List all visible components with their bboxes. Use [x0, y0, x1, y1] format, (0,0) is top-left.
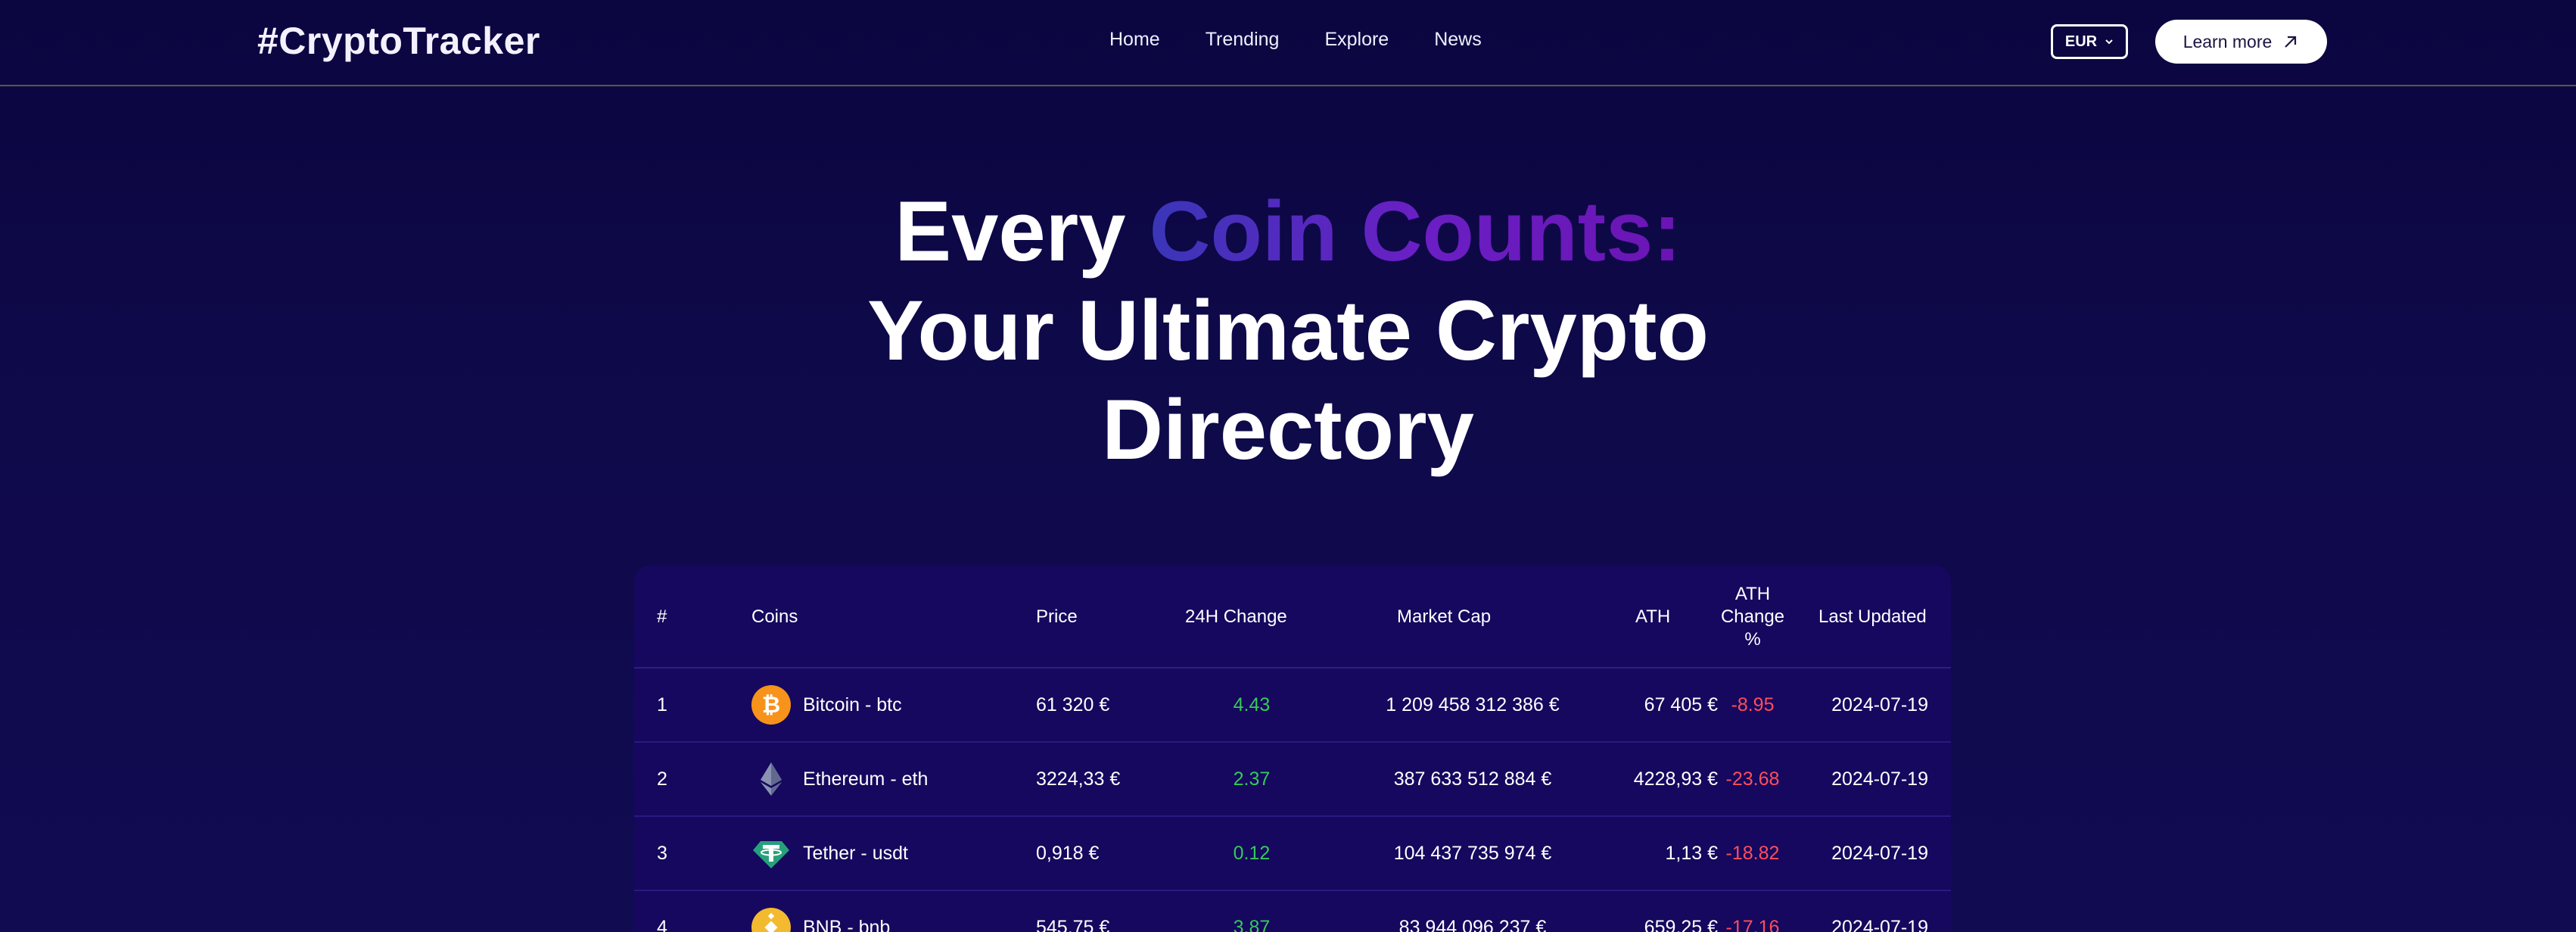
row-rank: 3 — [657, 842, 667, 864]
row-coin[interactable]: Tether - usdt — [751, 817, 908, 890]
coin-name: Tether - usdt — [803, 842, 908, 864]
coin-name: Ethereum - eth — [803, 768, 929, 790]
nav-link-home[interactable]: Home — [1109, 29, 1160, 51]
nav-links: Home Trending Explore News — [1109, 29, 1482, 51]
hero-line-3: Directory — [1102, 382, 1474, 477]
currency-select[interactable]: EUR — [2051, 24, 2128, 59]
table-row[interactable]: 1 ₿ Bitcoin - btc 61 320 € 4.43 1 209 45… — [634, 669, 1951, 743]
row-price: 3224,33 € — [1036, 768, 1121, 790]
row-last-updated: 2024-07-19 — [1831, 842, 1928, 864]
site-logo[interactable]: #CryptoTracker — [257, 19, 540, 63]
row-ath-change: -8.95 — [1731, 694, 1775, 715]
currency-value: EUR — [2064, 33, 2098, 50]
row-24h-change: 3.87 — [1233, 916, 1271, 932]
crypto-table: # Coins Price 24H Change Market Cap ATH … — [634, 566, 1951, 932]
row-ath: 4228,93 € — [1633, 768, 1718, 790]
row-coin[interactable]: ₿ Bitcoin - btc — [751, 669, 902, 741]
header-market-cap: Market Cap — [1397, 606, 1492, 627]
row-ath-change: -17.16 — [1725, 916, 1780, 932]
header-ath-change-line-2: Change — [1720, 606, 1785, 627]
header-ath: ATH — [1635, 606, 1671, 627]
row-market-cap: 83 944 096 237 € — [1398, 916, 1547, 932]
row-coin[interactable]: Ethereum - eth — [751, 743, 928, 815]
row-rank: 4 — [657, 916, 667, 932]
row-price: 545,75 € — [1036, 916, 1110, 932]
nav-link-news[interactable]: News — [1434, 29, 1482, 51]
row-ath: 659,25 € — [1644, 916, 1718, 932]
coin-name: Bitcoin - btc — [803, 694, 902, 715]
row-market-cap: 104 437 735 974 € — [1393, 842, 1552, 864]
row-price: 0,918 € — [1036, 842, 1100, 864]
hero-line-2: Your Ultimate Crypto — [867, 283, 1709, 378]
learn-more-label: Learn more — [2182, 31, 2273, 51]
row-ath-change: -23.68 — [1725, 768, 1780, 790]
hero-heading: Every Coin Counts: Your Ultimate Crypto … — [0, 182, 2576, 479]
table-row[interactable]: 2 Ethereum - eth 3224,33 € 2.37 387 633 … — [634, 743, 1951, 817]
header-ath-change: ATH Change % — [1715, 566, 1790, 669]
row-market-cap: 387 633 512 884 € — [1393, 768, 1552, 790]
row-coin[interactable]: BNB - bnb — [751, 891, 890, 932]
row-ath: 67 405 € — [1644, 694, 1718, 715]
ethereum-icon — [751, 759, 791, 799]
nav-link-explore[interactable]: Explore — [1324, 29, 1389, 51]
hero-line-1: Every Coin Counts: — [0, 182, 2576, 281]
table-header: # Coins Price 24H Change Market Cap ATH … — [634, 566, 1951, 669]
row-24h-change: 4.43 — [1233, 694, 1271, 715]
row-last-updated: 2024-07-19 — [1831, 694, 1928, 715]
row-last-updated: 2024-07-19 — [1831, 916, 1928, 932]
top-navbar: #CryptoTracker Home Trending Explore New… — [0, 0, 2576, 86]
arrow-up-right-icon — [2285, 36, 2297, 48]
table-row[interactable]: 4 BNB - bnb 545,75 € 3.87 83 944 096 237… — [634, 891, 1951, 932]
tether-icon — [751, 834, 791, 873]
row-market-cap: 1 209 458 312 386 € — [1386, 694, 1560, 715]
table-row[interactable]: 3 Tether - usdt 0,918 € 0.12 104 437 735… — [634, 817, 1951, 891]
row-price: 61 320 € — [1036, 694, 1110, 715]
page: #CryptoTracker Home Trending Explore New… — [0, 0, 2576, 932]
row-24h-change: 2.37 — [1233, 768, 1271, 790]
row-rank: 1 — [657, 694, 667, 715]
header-price: Price — [1036, 606, 1078, 627]
svg-text:₿: ₿ — [762, 692, 780, 718]
hero-line-1-gradient: Coin Counts: — [1149, 184, 1682, 279]
chevron-down-icon — [2105, 39, 2113, 45]
header-24h-change: 24H Change — [1185, 606, 1287, 627]
row-ath: 1,13 € — [1665, 842, 1718, 864]
coin-name: BNB - bnb — [803, 916, 891, 932]
header-ath-change-line-1: ATH — [1734, 584, 1771, 604]
header-coins: Coins — [751, 606, 798, 627]
row-24h-change: 0.12 — [1233, 842, 1271, 864]
row-last-updated: 2024-07-19 — [1831, 768, 1928, 790]
header-rank: # — [657, 606, 667, 627]
header-last-updated: Last Updated — [1818, 606, 1927, 627]
row-rank: 2 — [657, 768, 667, 790]
header-ath-change-line-3: % — [1744, 629, 1761, 650]
bitcoin-icon: ₿ — [751, 685, 791, 725]
hero-line-1-white: Every — [894, 184, 1150, 279]
nav-link-trending[interactable]: Trending — [1206, 29, 1280, 51]
row-ath-change: -18.82 — [1725, 842, 1780, 864]
bnb-icon — [751, 908, 791, 932]
learn-more-button[interactable]: Learn more — [2155, 20, 2327, 64]
